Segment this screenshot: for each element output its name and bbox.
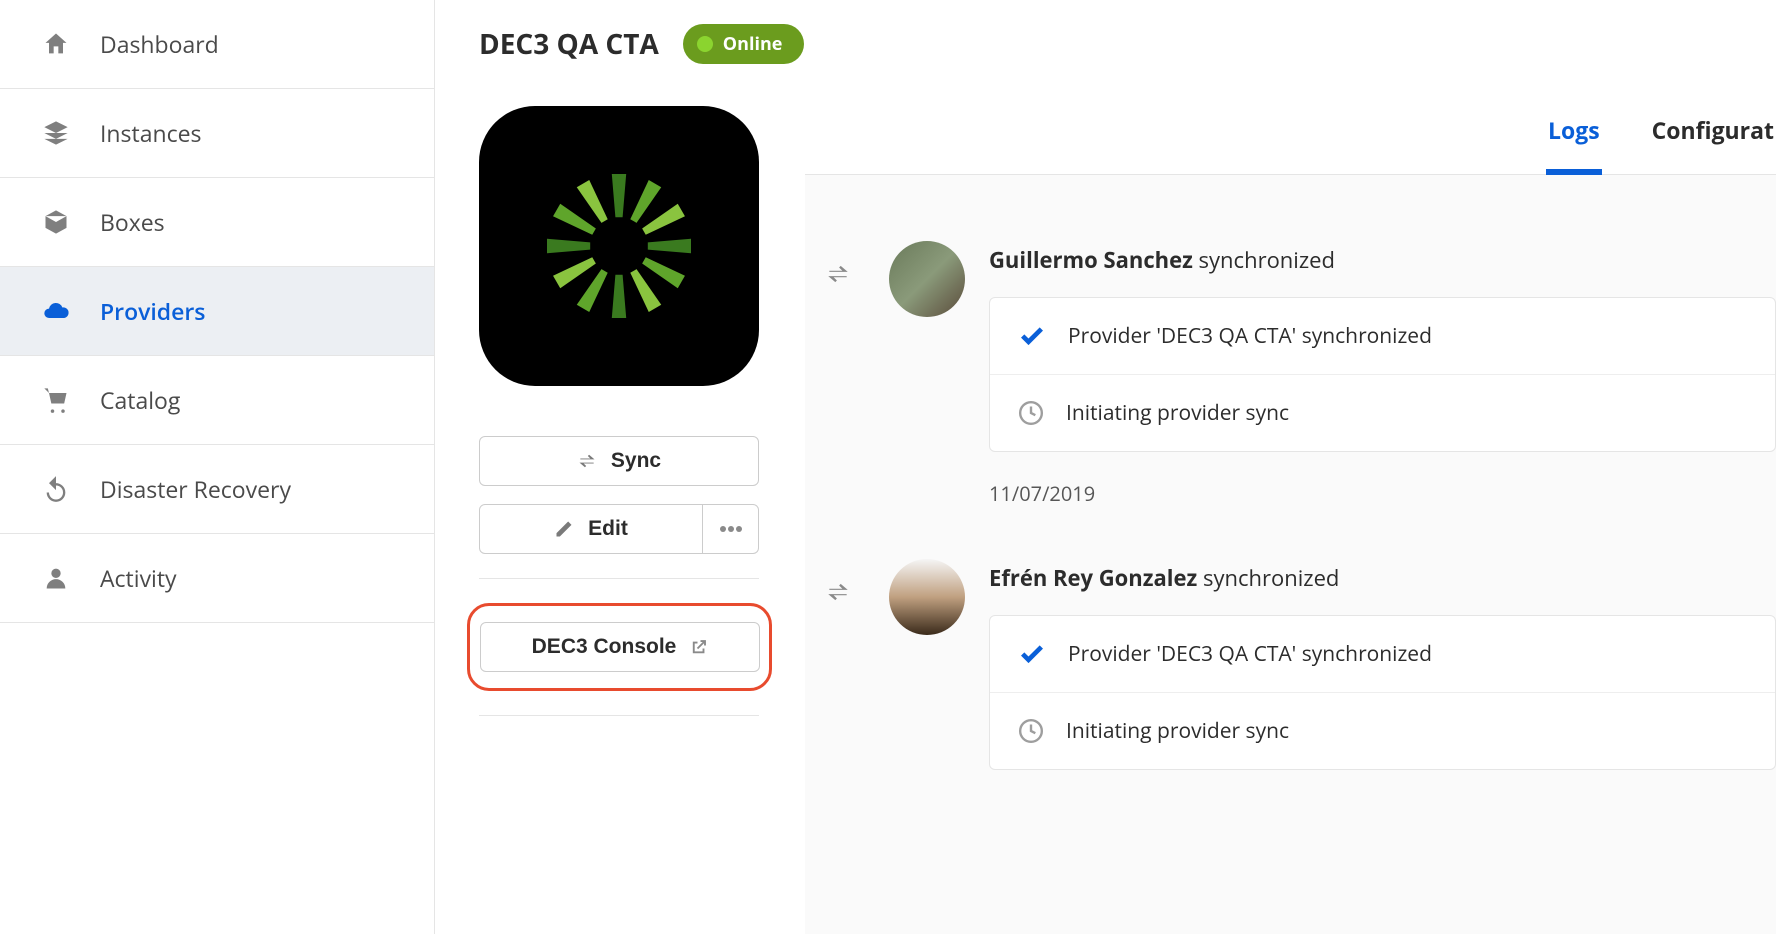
status-text: Online (723, 32, 783, 56)
log-text: Provider 'DEC3 QA CTA' synchronized (1068, 322, 1432, 350)
sidebar-item-label: Disaster Recovery (100, 473, 291, 505)
tabs: Logs Configurat (805, 82, 1776, 175)
sidebar-item-label: Instances (100, 117, 201, 149)
left-panel: Sync Edit DEC3 Console (435, 82, 805, 934)
log-card: Provider 'DEC3 QA CTA' synchronized Init… (989, 297, 1776, 452)
sidebar-item-dashboard[interactable]: Dashboard (0, 0, 434, 89)
log-user: Efrén Rey Gonzalez (989, 563, 1197, 593)
avatar (889, 559, 965, 635)
log-title: Efrén Rey Gonzalez synchronized (989, 549, 1776, 615)
sidebar-item-disaster-recovery[interactable]: Disaster Recovery (0, 445, 434, 534)
log-title: Guillermo Sanchez synchronized (989, 231, 1776, 297)
sidebar-item-label: Catalog (100, 384, 180, 416)
divider (479, 715, 759, 716)
log-text: Initiating provider sync (1066, 399, 1289, 427)
pencil-icon (554, 519, 574, 539)
edit-button[interactable]: Edit (479, 504, 703, 554)
edit-label: Edit (588, 517, 628, 541)
log-entry: Guillermo Sanchez synchronized Provider … (815, 231, 1776, 549)
sidebar-item-label: Boxes (100, 206, 165, 238)
logs-list: Guillermo Sanchez synchronized Provider … (805, 175, 1776, 934)
sync-icon (577, 451, 597, 471)
undo-icon (40, 475, 72, 503)
cube-icon (40, 208, 72, 236)
home-icon (40, 30, 72, 58)
sidebar-item-providers[interactable]: Providers (0, 267, 434, 356)
sidebar-item-catalog[interactable]: Catalog (0, 356, 434, 445)
layers-icon (40, 119, 72, 147)
more-button[interactable] (703, 504, 759, 554)
centurylink-icon (529, 156, 709, 336)
cloud-icon (40, 297, 72, 325)
log-text: Initiating provider sync (1066, 717, 1289, 745)
page-title: DEC3 QA CTA (479, 25, 659, 63)
sync-label: Sync (611, 449, 661, 473)
console-label: DEC3 Console (532, 635, 677, 659)
log-date: 11/07/2019 (989, 452, 1776, 549)
sidebar-item-instances[interactable]: Instances (0, 89, 434, 178)
sidebar-item-label: Providers (100, 295, 206, 327)
log-row: Initiating provider sync (990, 693, 1775, 769)
console-button[interactable]: DEC3 Console (480, 622, 760, 672)
external-link-icon (690, 638, 708, 656)
sidebar: Dashboard Instances Boxes Providers Cata… (0, 0, 435, 934)
sidebar-item-activity[interactable]: Activity (0, 534, 434, 623)
right-panel: Logs Configurat Guillermo Sanchez synchr… (805, 82, 1776, 934)
clock-icon (1018, 400, 1044, 426)
log-text: Provider 'DEC3 QA CTA' synchronized (1068, 640, 1432, 668)
status-badge: Online (683, 24, 805, 64)
sync-button[interactable]: Sync (479, 436, 759, 486)
check-icon (1018, 640, 1046, 668)
header: DEC3 QA CTA Online (435, 0, 1776, 82)
tab-configuration[interactable]: Configurat (1650, 82, 1776, 174)
sidebar-item-label: Activity (100, 562, 177, 594)
main-content: DEC3 QA CTA Online (435, 0, 1776, 934)
log-entry: Efrén Rey Gonzalez synchronized Provider… (815, 549, 1776, 770)
log-row: Provider 'DEC3 QA CTA' synchronized (990, 298, 1775, 375)
log-row: Initiating provider sync (990, 375, 1775, 451)
divider (479, 578, 759, 579)
sync-icon (825, 579, 851, 605)
check-icon (1018, 322, 1046, 350)
log-user: Guillermo Sanchez (989, 245, 1193, 275)
cart-icon (40, 386, 72, 414)
console-highlight: DEC3 Console (467, 603, 772, 691)
log-card: Provider 'DEC3 QA CTA' synchronized Init… (989, 615, 1776, 770)
log-row: Provider 'DEC3 QA CTA' synchronized (990, 616, 1775, 693)
tab-logs[interactable]: Logs (1546, 82, 1602, 174)
sidebar-item-boxes[interactable]: Boxes (0, 178, 434, 267)
provider-logo (479, 106, 759, 386)
log-verb: synchronized (1203, 563, 1339, 593)
user-icon (40, 564, 72, 592)
avatar (889, 241, 965, 317)
sidebar-item-label: Dashboard (100, 28, 219, 60)
log-verb: synchronized (1199, 245, 1335, 275)
status-dot-icon (697, 36, 713, 52)
ellipsis-icon (719, 525, 743, 533)
clock-icon (1018, 718, 1044, 744)
sync-icon (825, 261, 851, 287)
